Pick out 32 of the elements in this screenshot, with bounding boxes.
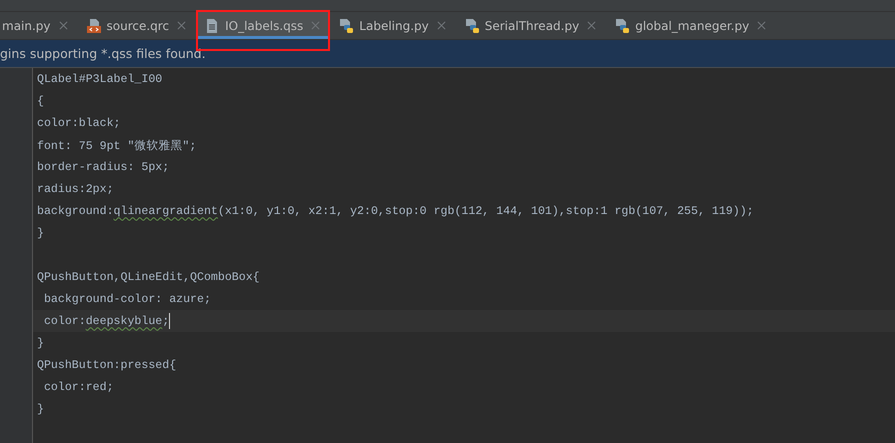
text-cursor bbox=[169, 313, 170, 329]
code-line: } bbox=[36, 336, 45, 352]
close-icon[interactable] bbox=[311, 21, 320, 30]
close-icon[interactable] bbox=[757, 21, 766, 30]
code-line: } bbox=[36, 226, 45, 242]
close-icon[interactable] bbox=[436, 21, 446, 30]
code-line: QPushButton:pressed{ bbox=[36, 358, 178, 374]
code-line: background:qlineargradient(x1:0, y1:0, x2:1, y2:0,stop:0 rgb(112, 144, 101),stop:1 rgb(107, 255, 119)); bbox=[36, 204, 755, 220]
code-line: { bbox=[36, 94, 45, 110]
code-line: color:black; bbox=[36, 116, 122, 132]
close-icon[interactable] bbox=[177, 21, 186, 30]
code-line: border-radius: 5px; bbox=[36, 160, 170, 176]
editor-tab[interactable]: global_maneger.py bbox=[606, 12, 776, 39]
code-line: QPushButton,QLineEdit,QComboBox{ bbox=[36, 270, 261, 286]
python-file-icon bbox=[464, 18, 480, 34]
resource-file-icon bbox=[86, 18, 102, 34]
editor-tab[interactable]: SerialThread.py bbox=[456, 12, 606, 39]
editor-tab[interactable]: Labeling.py bbox=[330, 12, 456, 39]
editor-tab[interactable]: main.py bbox=[0, 12, 78, 39]
notification-text: gins supporting *.qss files found. bbox=[0, 46, 206, 61]
python-file-icon bbox=[614, 18, 630, 34]
editor-tab[interactable]: source.qrc bbox=[78, 12, 196, 39]
code-line: } bbox=[36, 402, 45, 418]
python-file-icon bbox=[338, 18, 354, 34]
code-line: font: 75 9pt "微软雅黑"; bbox=[36, 138, 198, 154]
editor-tab[interactable]: IO_labels.qss bbox=[196, 12, 330, 39]
close-icon[interactable] bbox=[58, 21, 68, 30]
code-line: QLabel#P3Label_I00 bbox=[36, 72, 164, 88]
code-line: background-color: azure; bbox=[42, 292, 212, 308]
code-line: color:red; bbox=[42, 380, 115, 396]
close-icon[interactable] bbox=[587, 21, 596, 30]
code-line: radius:2px; bbox=[36, 182, 115, 198]
